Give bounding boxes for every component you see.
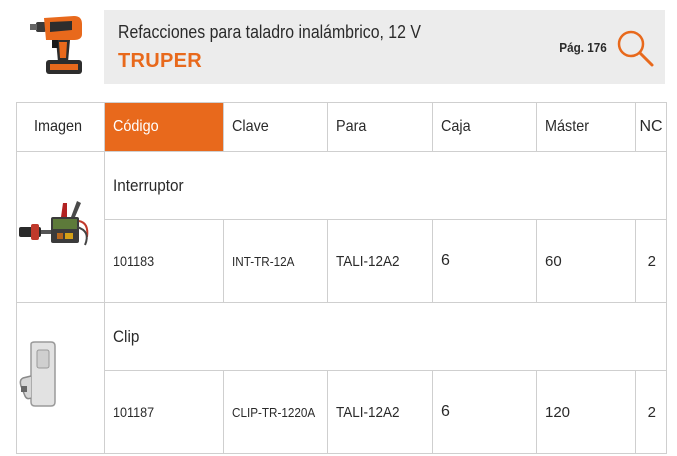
catalog-header: Refacciones para taladro inalámbrico, 12…	[104, 10, 665, 84]
group-title-clip: Clip	[104, 302, 667, 371]
table-row[interactable]: 101187 CLIP-TR-1220A TALI-12A2 6 120 2	[17, 370, 667, 454]
column-header-master[interactable]: Máster	[536, 102, 636, 152]
cell-caja: 6	[432, 370, 537, 454]
search-icon[interactable]	[615, 28, 655, 68]
column-header-para[interactable]: Para	[327, 102, 433, 152]
column-header-caja[interactable]: Caja	[432, 102, 537, 152]
group-title-interruptor: Interruptor	[104, 151, 667, 220]
cell-clave: INT-TR-12A	[223, 219, 328, 303]
cell-nc: 2	[635, 370, 667, 454]
cell-master: 60	[536, 219, 636, 303]
switch-part-image	[19, 201, 89, 246]
brand-logo: TRUPER	[118, 50, 203, 72]
part-image-cell	[16, 151, 105, 303]
cell-nc: 2	[635, 219, 667, 303]
column-header-clave[interactable]: Clave	[223, 102, 328, 152]
cell-codigo: 101183	[104, 219, 224, 303]
column-header-nc[interactable]: NC	[635, 102, 667, 152]
cell-para: TALI-12A2	[327, 219, 433, 303]
part-image-cell	[16, 302, 105, 454]
cell-master: 120	[536, 370, 636, 454]
cell-codigo: 101187	[104, 370, 224, 454]
cell-clave: CLIP-TR-1220A	[223, 370, 328, 454]
column-header-codigo[interactable]: Código	[104, 102, 224, 152]
table-row[interactable]: 101183 INT-TR-12A TALI-12A2 6 60 2	[17, 219, 667, 303]
belt-clip-image	[19, 341, 56, 407]
cell-caja: 6	[432, 219, 537, 303]
drill-product-image	[30, 16, 82, 74]
page-title: Refacciones para taladro inalámbrico, 12…	[118, 22, 421, 42]
table-header-row: Imagen Código Clave Para Caja Máster NC	[16, 102, 667, 152]
group-header-row: Interruptor	[16, 151, 667, 303]
page-number: Pág. 176	[559, 40, 607, 55]
column-header-imagen[interactable]: Imagen	[16, 102, 105, 152]
parts-table: Imagen Código Clave Para Caja Máster NC	[16, 102, 667, 454]
cell-para: TALI-12A2	[327, 370, 433, 454]
group-header-row: Clip	[16, 302, 667, 454]
